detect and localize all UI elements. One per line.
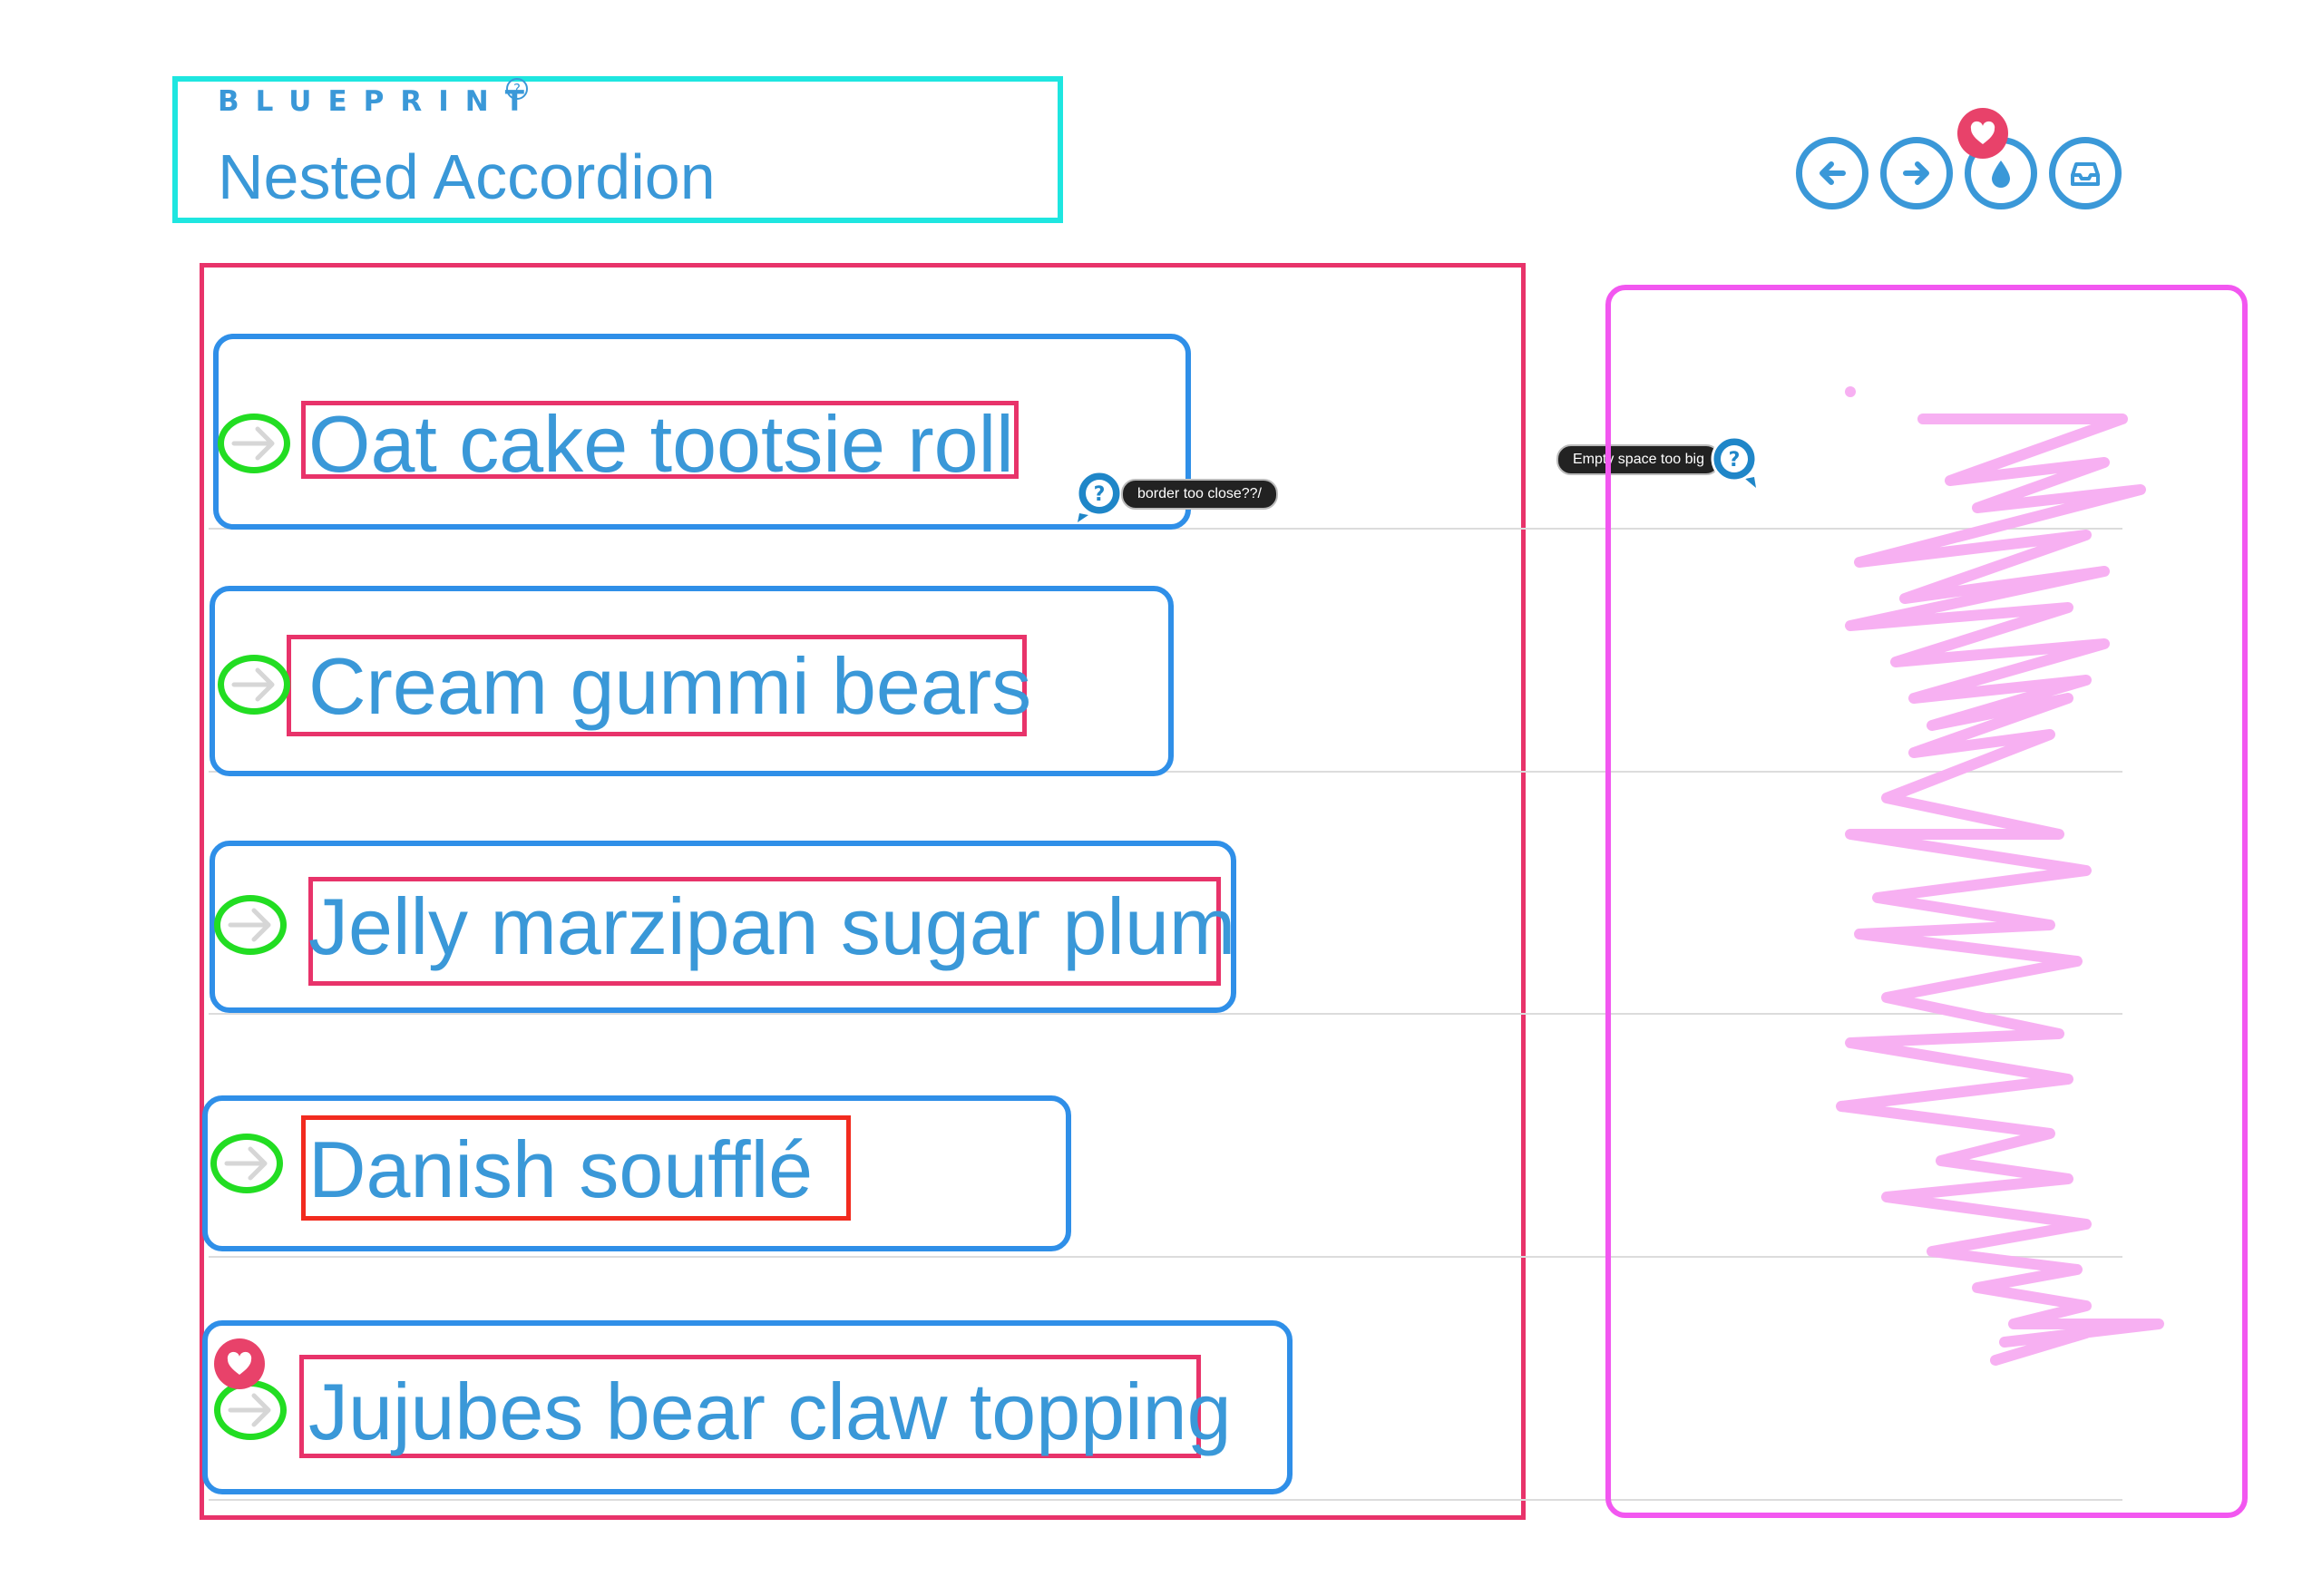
inbox-button[interactable] bbox=[2049, 137, 2122, 209]
expand-toggle[interactable] bbox=[214, 895, 287, 955]
heart-icon bbox=[1970, 121, 1995, 144]
heart-icon bbox=[227, 1351, 252, 1375]
accordion-item-label: Jujubes bear claw topping bbox=[308, 1367, 1232, 1456]
heart-reaction-badge[interactable] bbox=[214, 1338, 265, 1389]
page-title: Nested Accordion bbox=[218, 141, 716, 212]
scribble-annotation bbox=[1836, 386, 2164, 1366]
arrow-right-icon bbox=[224, 1146, 268, 1181]
arrow-right-icon bbox=[1903, 161, 1929, 185]
accordion-item-label: Cream gummi bears bbox=[308, 641, 1032, 731]
inbox-icon bbox=[2071, 162, 2100, 186]
expand-toggle[interactable] bbox=[218, 655, 290, 715]
arrow-right-icon bbox=[231, 667, 275, 702]
accordion-item-label: Danish soufflé bbox=[308, 1124, 814, 1214]
comment-bubble: border too close??/ bbox=[1121, 479, 1278, 510]
accordion-item-label: Jelly marzipan sugar plum bbox=[308, 881, 1236, 971]
svg-text:?: ? bbox=[1094, 483, 1106, 506]
heart-reaction-badge[interactable] bbox=[1957, 108, 2008, 159]
water-drop-icon bbox=[1992, 161, 2010, 188]
arrow-right-icon bbox=[228, 1393, 271, 1427]
accordion-item-label: Oat cake tootsie roll bbox=[308, 399, 1014, 489]
arrow-left-icon bbox=[1820, 161, 1846, 185]
expand-toggle[interactable] bbox=[210, 1134, 283, 1193]
arrow-right-icon bbox=[228, 908, 271, 942]
question-icon: ? bbox=[1076, 470, 1123, 522]
brand-logo: BLUEPRINT bbox=[218, 85, 541, 118]
prev-button[interactable] bbox=[1796, 137, 1868, 209]
next-button[interactable] bbox=[1880, 137, 1953, 209]
expand-toggle[interactable] bbox=[218, 414, 290, 473]
brand-registered-mark: ? bbox=[506, 78, 528, 100]
arrow-right-icon bbox=[231, 426, 275, 461]
comment-pin[interactable]: ? bbox=[1074, 468, 1125, 526]
